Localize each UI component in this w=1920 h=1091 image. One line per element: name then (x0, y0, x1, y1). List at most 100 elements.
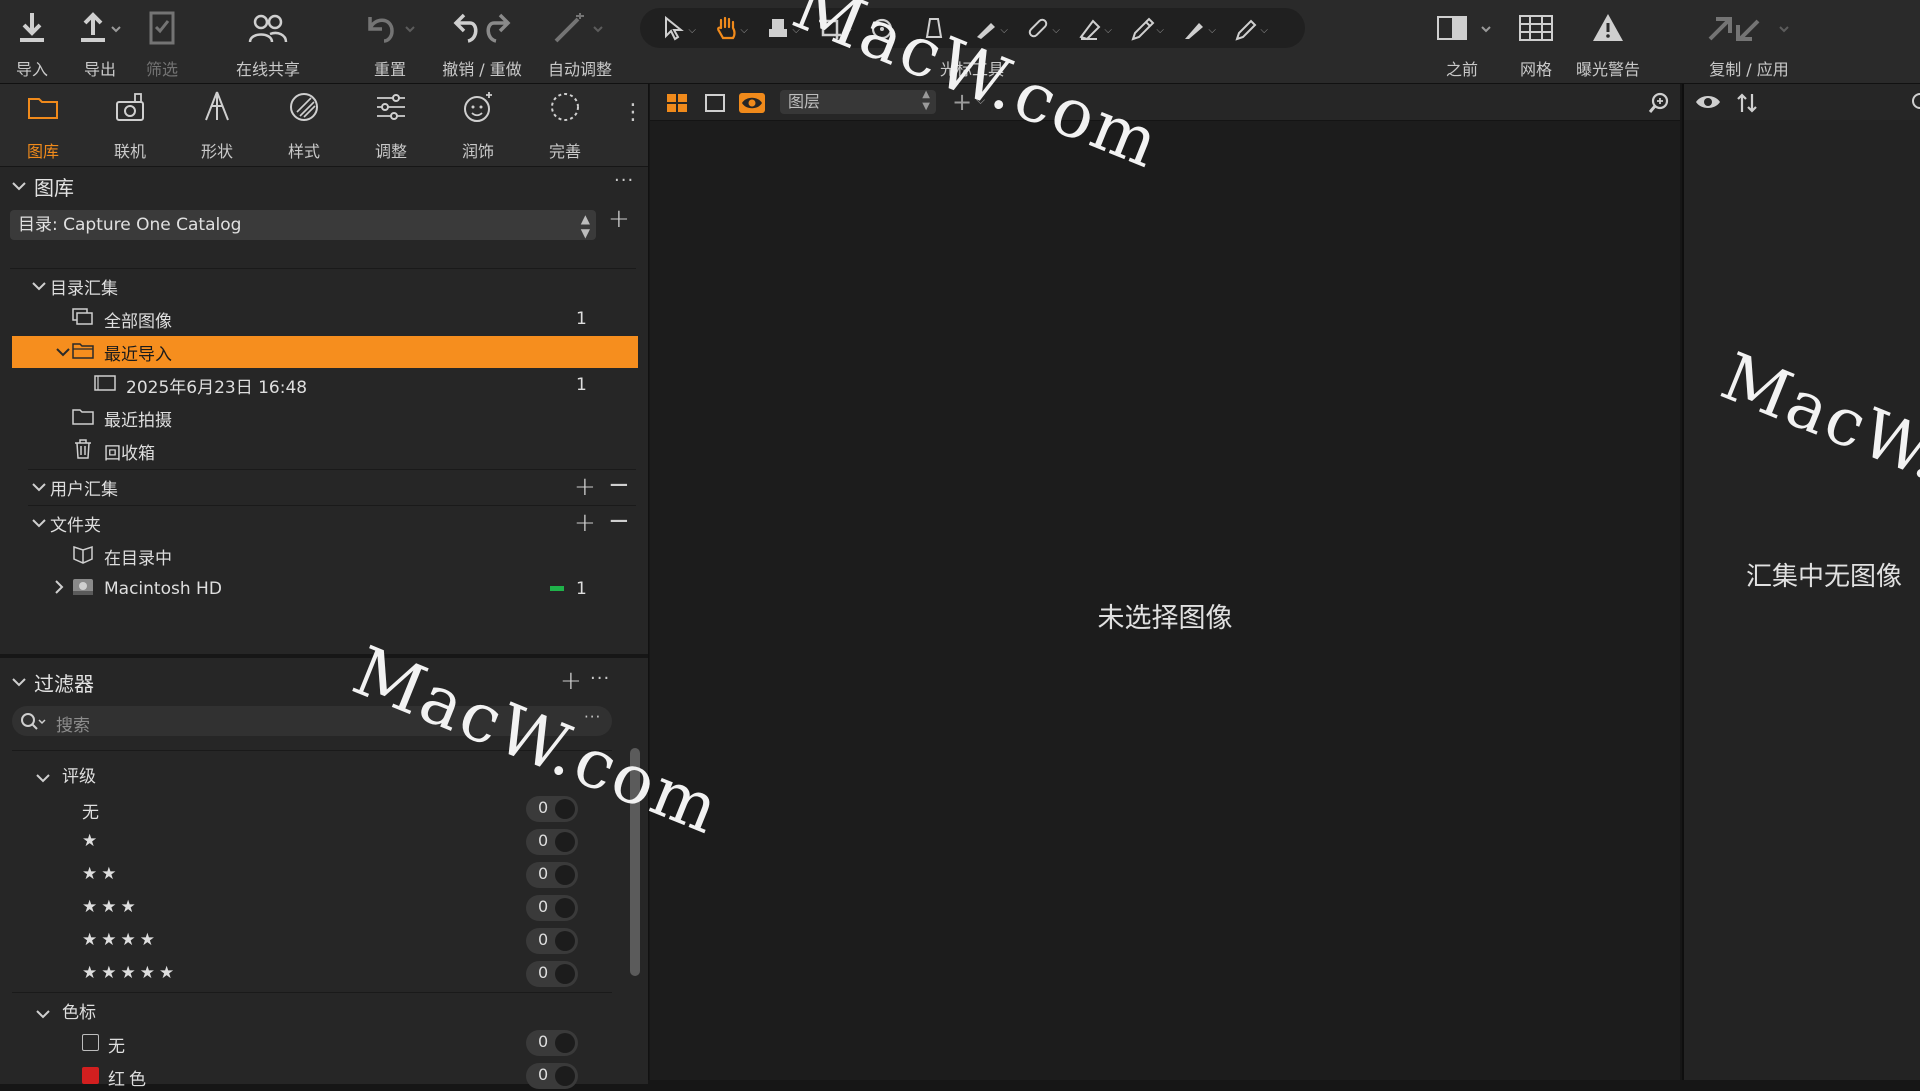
rating-count-toggle[interactable]: 0 (526, 961, 578, 987)
rotate-tool[interactable] (860, 12, 904, 44)
color-tag-filter-red[interactable]: 红色 0 (0, 1061, 620, 1091)
chevron-down-icon: ⌵ (1156, 25, 1164, 36)
in-catalog-icon (72, 544, 94, 569)
more-options-icon[interactable]: ··· (590, 668, 610, 689)
before-button[interactable]: 之前 (1424, 6, 1500, 80)
lens-icon (200, 90, 234, 129)
add-folder-icon[interactable]: + (574, 510, 596, 536)
add-user-collection-icon[interactable]: + (574, 474, 596, 500)
chevron-down-icon: ⌵ (1104, 25, 1112, 36)
add-catalog-icon[interactable]: + (608, 206, 630, 232)
color-tag-label: 无 (108, 1037, 129, 1057)
filter-button[interactable]: 筛选 (142, 6, 182, 80)
rating-count-toggle[interactable]: 0 (526, 796, 578, 822)
import-button[interactable]: 导入 (12, 6, 52, 80)
rating-count: 0 (538, 831, 549, 850)
chevron-down-icon[interactable]: ⌵ (976, 93, 985, 108)
rating-count-toggle[interactable]: 0 (526, 895, 578, 921)
rating-filter-3-star[interactable]: ★★★ 0 (0, 893, 620, 923)
loupe-tool[interactable]: ⌵ (756, 12, 800, 44)
rating-filter-2-star[interactable]: ★★ 0 (0, 860, 620, 890)
tab-adjust[interactable]: 调整 (356, 90, 426, 162)
auto-adjust-button[interactable]: 自动调整 (540, 6, 620, 80)
rating-filter-none[interactable]: 无 0 (0, 794, 620, 824)
filters-title: 过滤器 (34, 671, 94, 696)
filters-section-header[interactable]: 过滤器 + ··· (0, 662, 648, 702)
remove-user-collection-icon[interactable]: − (608, 472, 630, 498)
browser-toolbar (1684, 84, 1920, 120)
remove-folder-icon[interactable]: − (608, 508, 630, 534)
online-share-button[interactable]: 在线共享 (232, 6, 304, 80)
catalog-select[interactable]: 目录: Capture One Catalog ▲ ▼ (10, 210, 596, 240)
list-item-recent-captures[interactable]: 最近拍摄 (12, 402, 638, 434)
tab-styles[interactable]: 样式 (269, 90, 339, 162)
rating-label: ★★★★ (82, 930, 159, 950)
rating-count-toggle[interactable]: 0 (526, 928, 578, 954)
cursor-tools-group: ⌵ ⌵ ⌵ ⌵ ⌵ ⌵ ⌵ ⌵ ⌵ ⌵ (640, 8, 1305, 48)
reset-button[interactable]: 重置 (360, 6, 420, 80)
filter-search-input[interactable]: 搜索 ··· (12, 706, 612, 736)
gradient-tool[interactable]: ⌵ (1172, 12, 1216, 44)
brush-tool[interactable]: ⌵ (964, 12, 1008, 44)
rating-filter-5-star[interactable]: ★★★★★ 0 (0, 959, 620, 989)
tab-refine-label: 完善 (548, 142, 581, 161)
main-toolbar: 导入 导出 筛选 在线共享 重置 撤销 / 重做 自动调整 ⌵ ⌵ ⌵ ⌵ ⌵ … (0, 0, 1920, 84)
tab-styles-label: 样式 (287, 142, 320, 161)
all-images-label: 全部图像 (104, 311, 172, 332)
folders-group[interactable]: 文件夹 + − (12, 507, 638, 539)
sort-icon[interactable] (1736, 92, 1758, 119)
grid-view-icon[interactable] (666, 93, 688, 118)
rating-filter-4-star[interactable]: ★★★★ 0 (0, 926, 620, 956)
color-tag-group[interactable]: 色标 (0, 994, 620, 1024)
single-view-icon[interactable] (704, 93, 726, 118)
tab-refine[interactable]: 完善 (530, 90, 600, 162)
search-options-icon[interactable]: ··· (584, 708, 601, 726)
checkbox[interactable] (82, 1034, 99, 1051)
annotate-tool[interactable]: ⌵ (1224, 12, 1268, 44)
rating-label: ★ (82, 831, 102, 851)
list-item-in-catalog[interactable]: 在目录中 (12, 540, 638, 572)
grid-button[interactable]: 网格 (1516, 6, 1556, 80)
layer-select[interactable]: 图层 ▲ ▼ (780, 89, 936, 114)
list-item-recent-imports[interactable]: 最近导入 (12, 336, 638, 368)
rating-count-toggle[interactable]: 0 (526, 829, 578, 855)
list-item-macintosh-hd[interactable]: Macintosh HD 1 (12, 573, 638, 605)
crop-tool[interactable]: ⌵ (808, 12, 852, 44)
rating-count-toggle[interactable]: 0 (526, 862, 578, 888)
exposure-warning-button[interactable]: 曝光警告 (1570, 6, 1646, 80)
copy-apply-button[interactable]: 复制 / 应用 (1706, 6, 1792, 80)
rating-group[interactable]: 评级 (0, 758, 620, 788)
list-item-import-date[interactable]: 2025年6月23日 16:48 1 (12, 369, 638, 401)
color-tag-filter-none[interactable]: 无 0 (0, 1028, 620, 1058)
eraser-tool[interactable]: ⌵ (1068, 12, 1112, 44)
color-tag-count-toggle[interactable]: 0 (526, 1063, 578, 1089)
more-options-icon[interactable]: ··· (614, 170, 634, 191)
eye-icon[interactable] (1694, 93, 1722, 116)
pan-tool[interactable]: ⌵ (704, 12, 748, 44)
proof-view-icon[interactable] (738, 92, 766, 119)
export-button[interactable]: 导出 (72, 6, 128, 80)
tab-lens[interactable]: 形状 (182, 90, 252, 162)
more-tabs-icon[interactable]: ⋮ (622, 102, 644, 124)
list-item-all-images[interactable]: 全部图像 1 (12, 303, 638, 335)
keystone-tool[interactable] (912, 12, 956, 44)
tab-retouch[interactable]: 润饰 (443, 90, 513, 162)
color-tag-count-toggle[interactable]: 0 (526, 1030, 578, 1056)
add-filter-icon[interactable]: + (560, 668, 582, 694)
add-layer-icon[interactable]: + (952, 88, 972, 116)
rating-filter-1-star[interactable]: ★ 0 (0, 827, 620, 857)
heal-tool[interactable]: ⌵ (1016, 12, 1060, 44)
filter-scrollbar[interactable] (630, 748, 640, 976)
red-color-swatch[interactable] (82, 1067, 99, 1084)
catalog-collections-group[interactable]: 目录汇集 (12, 270, 638, 302)
picker-tool[interactable]: ⌵ (1120, 12, 1164, 44)
zoom-icon[interactable] (1648, 92, 1670, 119)
tab-tether[interactable]: 联机 (95, 90, 165, 162)
tab-library[interactable]: 图库 (8, 90, 78, 162)
search-icon[interactable] (1910, 92, 1920, 117)
select-tool[interactable]: ⌵ (652, 12, 696, 44)
user-collections-group[interactable]: 用户汇集 + − (12, 471, 638, 503)
library-section-header[interactable]: 图库 ··· (0, 166, 648, 206)
list-item-trash[interactable]: 回收箱 (12, 435, 638, 467)
undo-redo-button[interactable]: 撤销 / 重做 (440, 6, 524, 80)
